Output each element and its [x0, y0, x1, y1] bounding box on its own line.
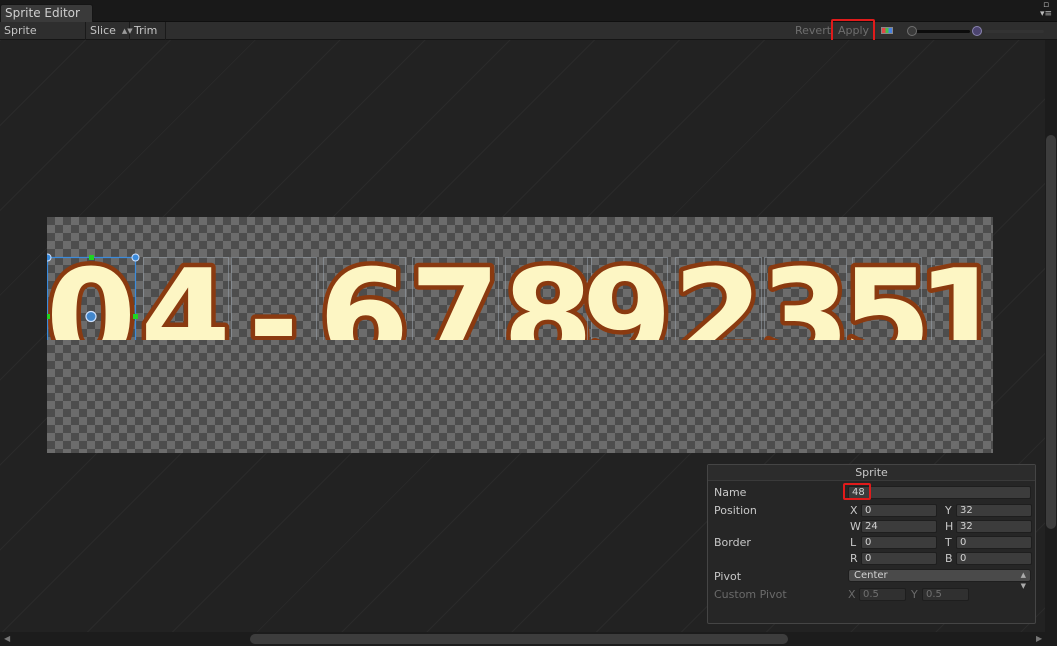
sprite-glyph: 8: [503, 241, 593, 340]
revert-button[interactable]: Revert: [795, 22, 831, 40]
custom-pivot-label: Custom Pivot: [714, 588, 787, 601]
custom-pivot-y-field[interactable]: 0.5: [922, 588, 969, 601]
toolbar: Sprite Editor▲▼ Slice▲▼ Trim Revert Appl…: [0, 22, 1057, 54]
name-field[interactable]: 48: [848, 486, 1031, 499]
sprite-glyph: 2: [673, 241, 763, 340]
border-l-field[interactable]: 0: [861, 536, 937, 549]
sprite-glyph: 1: [917, 241, 993, 340]
mip-slider-knob[interactable]: [972, 26, 982, 36]
name-label: Name: [714, 486, 747, 499]
y-label: Y: [945, 504, 952, 517]
h-label: H: [945, 520, 954, 533]
border-label: Border: [714, 536, 751, 549]
pivot-handle[interactable]: [85, 310, 97, 323]
panel-title: Sprite: [708, 465, 1035, 481]
mip-slider-track[interactable]: [984, 30, 1044, 33]
border-b-field[interactable]: 0: [956, 552, 1032, 565]
b-label: B: [945, 552, 953, 565]
r-label: R: [850, 552, 858, 565]
sprite-glyph: 4: [140, 241, 230, 340]
scroll-right-icon[interactable]: ▶: [1036, 634, 1042, 643]
vertical-scrollbar-thumb[interactable]: [1046, 135, 1056, 529]
position-label: Position: [714, 504, 757, 517]
horizontal-scrollbar-thumb[interactable]: [250, 634, 788, 644]
border-t-field[interactable]: 0: [956, 536, 1032, 549]
edge-resize-handle[interactable]: [89, 255, 94, 260]
custom-pivot-y-label: Y: [911, 588, 918, 601]
scroll-left-icon[interactable]: ◀: [4, 634, 10, 643]
edge-resize-handle[interactable]: [47, 314, 50, 319]
zoom-slider-track[interactable]: [910, 30, 970, 33]
slice-dropdown-label: Slice: [90, 24, 116, 37]
l-label: L: [850, 536, 857, 549]
sprite-glyphs: 04-67892351: [47, 210, 993, 340]
border-r-field[interactable]: 0: [861, 552, 937, 565]
color-channel-icon[interactable]: [881, 27, 893, 34]
t-label: T: [945, 536, 952, 549]
custom-pivot-x-field[interactable]: 0.5: [859, 588, 906, 601]
mode-dropdown[interactable]: Sprite Editor▲▼: [0, 22, 86, 54]
sprite-glyph-layer: 0 4-6 7 89 2351: [47, 237, 993, 340]
corner-resize-handle[interactable]: [47, 253, 52, 262]
sprite-glyph: 7: [410, 241, 500, 340]
tab-sprite-editor[interactable]: Sprite Editor: [0, 4, 93, 22]
trim-button[interactable]: Trim: [130, 22, 166, 40]
window-tab-bar: Sprite Editor ▫ ▾≡: [0, 0, 1057, 22]
window-menu-icon[interactable]: ▫ ▾≡: [1039, 1, 1053, 21]
w-label: W: [850, 520, 861, 533]
sprite-glyph: 6: [319, 241, 409, 340]
corner-resize-handle[interactable]: [131, 253, 140, 262]
position-y-field[interactable]: 32: [956, 504, 1032, 517]
pivot-dropdown-value: Center: [854, 570, 888, 581]
pivot-dropdown[interactable]: Center ▲ ▼: [848, 569, 1031, 590]
sprite-glyph: 9: [582, 241, 672, 340]
slice-dropdown[interactable]: Slice ▲▼: [86, 22, 133, 40]
pivot-label: Pivot: [714, 570, 742, 583]
position-x-field[interactable]: 0: [861, 504, 937, 517]
position-w-field[interactable]: 24: [861, 520, 937, 533]
custom-pivot-x-label: X: [848, 588, 856, 601]
sprite-glyph: -: [249, 252, 299, 340]
position-h-field[interactable]: 32: [956, 520, 1032, 533]
zoom-slider-knob[interactable]: [907, 26, 917, 36]
edge-resize-handle[interactable]: [133, 314, 138, 319]
x-label: X: [850, 504, 858, 517]
name-highlight: [843, 483, 871, 500]
dropdown-arrows-icon: ▲▼: [1020, 571, 1026, 590]
sprite-glyph: 3: [760, 241, 850, 340]
